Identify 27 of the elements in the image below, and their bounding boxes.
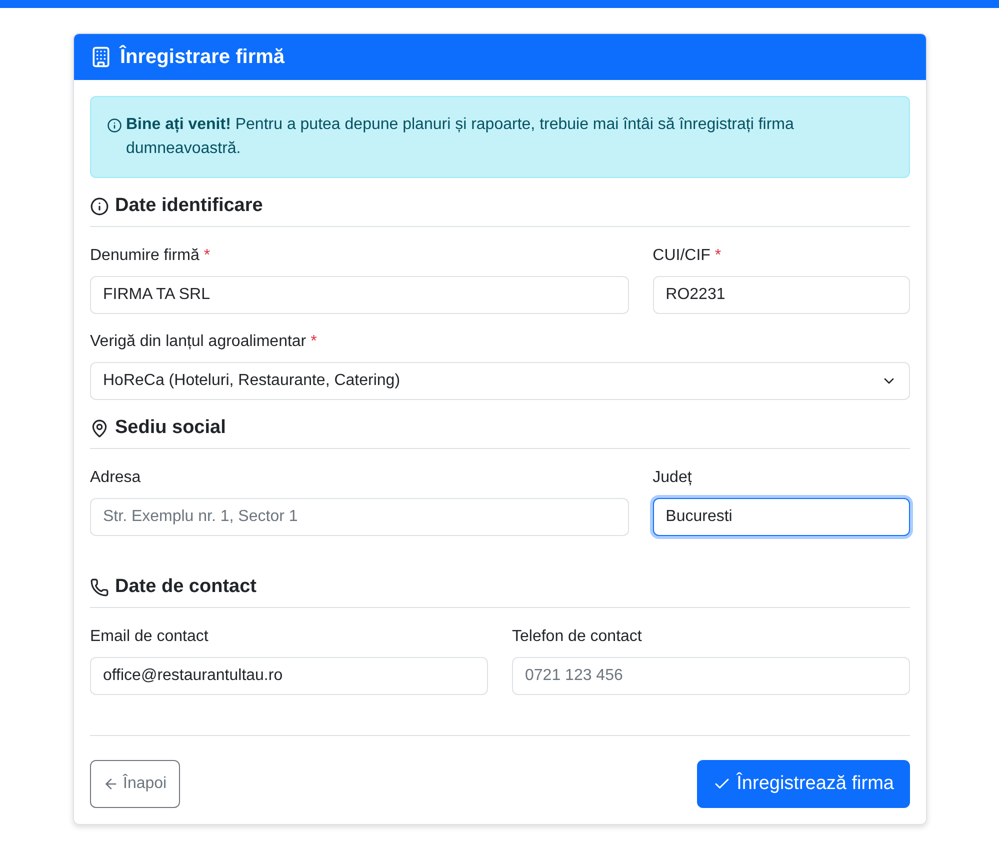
card-title: Înregistrare firmă [120,46,285,68]
input-field[interactable]: office@restaurantultau.ro [90,657,488,695]
field-label: Județ [652,468,693,488]
field-label: Telefon de contact [512,627,643,647]
info-icon [90,196,109,216]
field-label: Adresa [90,468,142,488]
select-field[interactable]: HoReCa (Hoteluri, Restaurante, Catering) [90,362,910,400]
submit-button[interactable]: Înregistrează firma [696,760,910,808]
section-title: Date de contact [115,575,256,599]
section-title: Date identificare [115,194,263,218]
input-field[interactable]: Str. Exemplu nr. 1, Sector 1 [90,498,629,536]
back-button[interactable]: Înapoi [90,760,180,808]
input-field[interactable]: 0721 123 456 [512,657,910,695]
building-icon [90,46,112,68]
alert-text: Bine ați venit! Pentru a putea depune planuri și rapoarte, trebuie mai întâi să înregistrați firma dumneavoastră. [126,115,795,159]
input-field[interactable]: FIRMA TA SRL [90,276,629,314]
phone-icon [90,578,109,596]
map-pin-icon [90,418,109,438]
input-field[interactable]: RO2231 [652,276,910,314]
arrow-left-icon [103,776,119,792]
field-label: CUI/CIF * [652,246,722,266]
info-icon [107,118,122,133]
field-label: Verigă din lanțul agroalimentar * [90,332,318,352]
section-title: Sediu social [115,416,226,440]
field-label: Email de contact [90,627,210,647]
input-field[interactable]: Bucuresti [652,498,910,536]
field-label: Denumire firmă * [90,246,212,266]
